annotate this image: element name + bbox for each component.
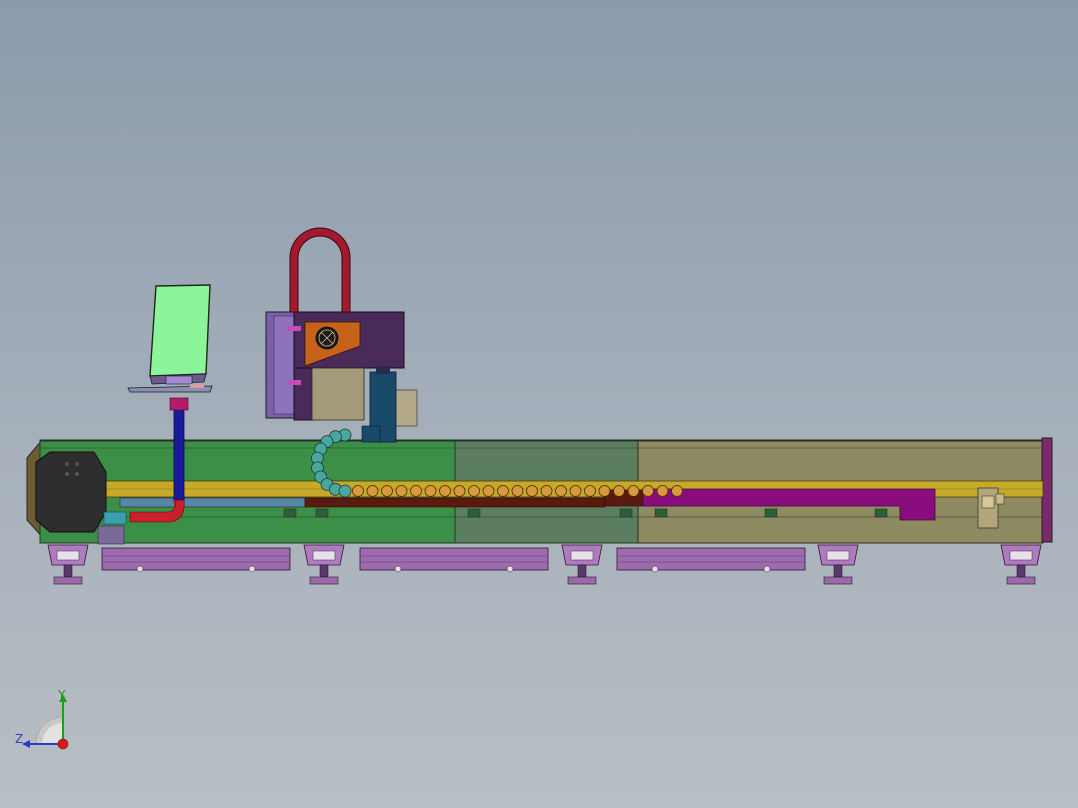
feed-end-door bbox=[35, 451, 107, 533]
triad-z-label: Z bbox=[15, 732, 24, 746]
bottom-trays bbox=[101, 547, 806, 573]
chain-link bbox=[482, 485, 495, 497]
chain-link bbox=[511, 485, 524, 497]
chain-link bbox=[497, 485, 509, 497]
cable-loop-handle bbox=[289, 227, 351, 313]
support-foot bbox=[47, 544, 89, 585]
chain-link bbox=[584, 485, 596, 497]
chain-link bbox=[366, 485, 379, 497]
machine-model[interactable] bbox=[0, 0, 1078, 808]
chain-link bbox=[352, 485, 364, 497]
chain-link bbox=[613, 485, 625, 497]
cooling-fan bbox=[315, 326, 339, 350]
chain-link bbox=[395, 485, 408, 497]
bottom-tray bbox=[616, 547, 806, 573]
support-foot bbox=[561, 544, 603, 585]
support-foot bbox=[303, 544, 345, 585]
triad-y-label: Y bbox=[58, 688, 66, 702]
chain-link bbox=[671, 485, 683, 497]
chain-link bbox=[540, 485, 553, 497]
chain-link bbox=[569, 485, 582, 497]
chain-link bbox=[410, 485, 422, 497]
chain-link bbox=[468, 485, 480, 497]
chain-link bbox=[439, 485, 451, 497]
chain-link bbox=[627, 485, 640, 497]
chain-link bbox=[555, 485, 567, 497]
bottom-tray bbox=[101, 547, 291, 573]
laser-head-gantry bbox=[265, 311, 418, 443]
chain-link bbox=[381, 485, 393, 497]
chain-link bbox=[642, 485, 654, 497]
control-panel-monitor bbox=[127, 284, 213, 393]
chain-link bbox=[656, 485, 669, 497]
support-foot bbox=[1000, 544, 1042, 585]
chain-link bbox=[453, 485, 466, 497]
chain-link bbox=[338, 484, 352, 498]
chain-link bbox=[598, 485, 611, 497]
chain-link bbox=[526, 485, 538, 497]
bottom-tray bbox=[359, 547, 549, 573]
x-axis-dot-icon bbox=[57, 738, 69, 750]
cad-graphics-viewport[interactable]: Y Z bbox=[0, 0, 1078, 808]
support-foot bbox=[817, 544, 859, 585]
chain-link bbox=[424, 485, 437, 497]
